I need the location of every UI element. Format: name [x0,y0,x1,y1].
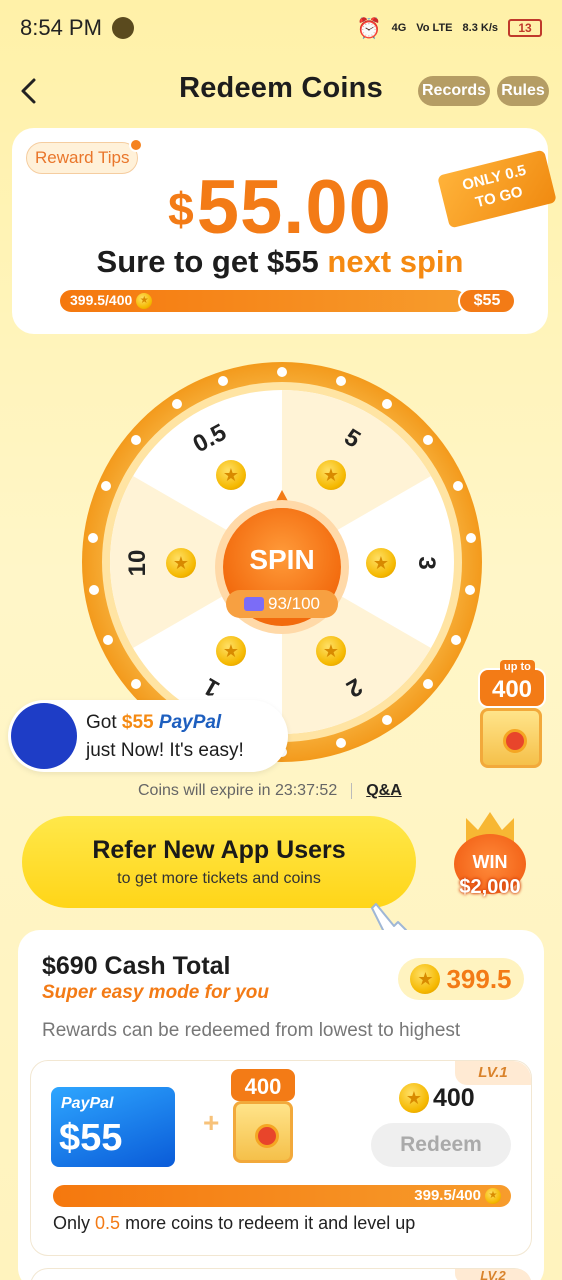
volte-icon: Vo LTE [416,21,453,34]
alarm-icon: ⏰ [356,17,382,40]
chest-upto-badge: 400 [229,1067,297,1103]
redeem-cost: 400 [399,1083,475,1113]
ticket-count: 93/100 [226,590,338,618]
upto-text: up to [500,660,535,674]
paypal-amount: $55 [59,1117,123,1159]
win-amount: $2,000 [459,876,521,898]
only-amount: 0.5 [95,1213,121,1233]
treasure-chest-icon [480,708,542,768]
level-tag: LV.2 [455,1269,531,1280]
amount-value: 55.00 [196,165,392,250]
qa-link[interactable]: Q&A [366,782,402,800]
paypal-logo: PayPal [61,1095,114,1112]
chest-amount: 400 [491,676,533,703]
ticket-value: 93/100 [268,594,320,613]
coins-needed-text: Only 0.5 more coins to redeem it and lev… [53,1213,415,1234]
progress-value: 399.5/400 [70,292,133,308]
reward-card: Reward Tips $55.00 Sure to get $55 next … [12,128,557,334]
toast-line1: Got $55 PayPal [86,712,221,734]
segment-label-3: 3 [413,556,440,570]
only-suffix: more coins to redeem it and level up [125,1213,416,1233]
win-2000-badge[interactable]: WIN $2,000 [444,812,536,904]
cash-total-panel: $690 Cash Total Super easy mode for you … [18,930,544,1280]
segment-label-10: 10 [124,549,151,577]
cash-subtitle: Super easy mode for you [42,982,270,1003]
winner-toast: Got $55 PayPal just Now! It's easy! [8,700,288,772]
refer-new-users-button[interactable]: Refer New App Users to get more tickets … [22,816,416,908]
records-button[interactable]: Records [418,76,490,106]
refer-subtitle: to get more tickets and coins [117,870,321,887]
treasure-chest-icon [233,1101,293,1163]
cost-value: 400 [433,1083,475,1112]
level-card-lv2: LV.2 [30,1268,532,1280]
toast-line2: just Now! It's easy! [86,740,244,761]
ticket-icon [244,597,264,611]
chest-reward: 400 [221,1067,305,1171]
chest-upto-badge: up to 400 [478,660,546,708]
coin-icon [136,293,153,310]
status-bar: 8:54 PM ⏰ 4G Vo LTE 8.3 K/s 13 [0,0,562,56]
win-label: WIN [472,852,508,872]
paypal-reward-card: PayPal $55 [51,1087,175,1167]
expire-row: Coins will expire in 23:37:52 Q&A [138,780,438,802]
currency-symbol: $ [168,183,195,235]
toast-got: Got [86,712,117,733]
status-icons: ⏰ 4G Vo LTE 8.3 K/s 13 [357,16,542,41]
notification-dot-icon [129,138,144,152]
coin-icon [410,964,441,994]
toast-amount: $55 [121,712,154,733]
coin-icon [166,548,196,578]
refer-title: Refer New App Users [92,836,346,864]
coin-icon [316,460,346,490]
balance-value: 399.5 [446,963,512,994]
progress-label: 399.5/400 [70,292,153,310]
cash-title: $690 Cash Total [42,952,231,980]
reward-progress-bar: 399.5/400 [60,290,466,312]
paypal-logo: PayPal [158,712,222,733]
network-speed: 8.3 K/s [462,21,498,34]
level-tag: LV.1 [455,1061,531,1085]
notification-dot-icon [111,17,134,39]
spin-label: SPIN [249,544,315,575]
rules-button[interactable]: Rules [497,76,549,106]
battery-icon: 13 [508,19,542,37]
coin-icon [485,1187,501,1204]
level-card-lv1: LV.1 PayPal $55 + 400 400 Redeem 399.5/4… [30,1060,532,1256]
coin-icon [216,636,246,666]
network-4g-icon: 4G [391,21,407,34]
chest-promo-button[interactable]: up to 400 [470,660,552,772]
back-arrow-icon[interactable] [14,74,44,108]
sure-suffix: next spin [327,244,464,279]
header: Redeem Coins Records Rules [0,64,562,116]
coin-balance: 399.5 [398,958,524,1000]
coin-icon [399,1083,429,1113]
coin-icon [216,460,246,490]
coin-icon [316,636,346,666]
sure-to-get-line: Sure to get $55 next spin [12,244,548,280]
status-time: 8:54 PM [20,15,102,40]
avatar [11,703,77,769]
goal-pill: $55 [458,288,516,314]
progress-label: 399.5/400 [414,1187,501,1204]
only-prefix: Only [53,1213,91,1233]
chest-amount: 400 [244,1074,282,1099]
expire-text: Coins will expire in 23:37:52 [138,782,338,799]
coin-icon [366,548,396,578]
divider [351,783,353,799]
sure-prefix: Sure to get $55 [96,244,319,279]
level-progress-bar: 399.5/400 [53,1185,511,1207]
redeem-button[interactable]: Redeem [371,1123,511,1167]
cash-description: Rewards can be redeemed from lowest to h… [42,1020,461,1041]
progress-value: 399.5/400 [414,1187,481,1204]
plus-icon: + [203,1107,220,1138]
